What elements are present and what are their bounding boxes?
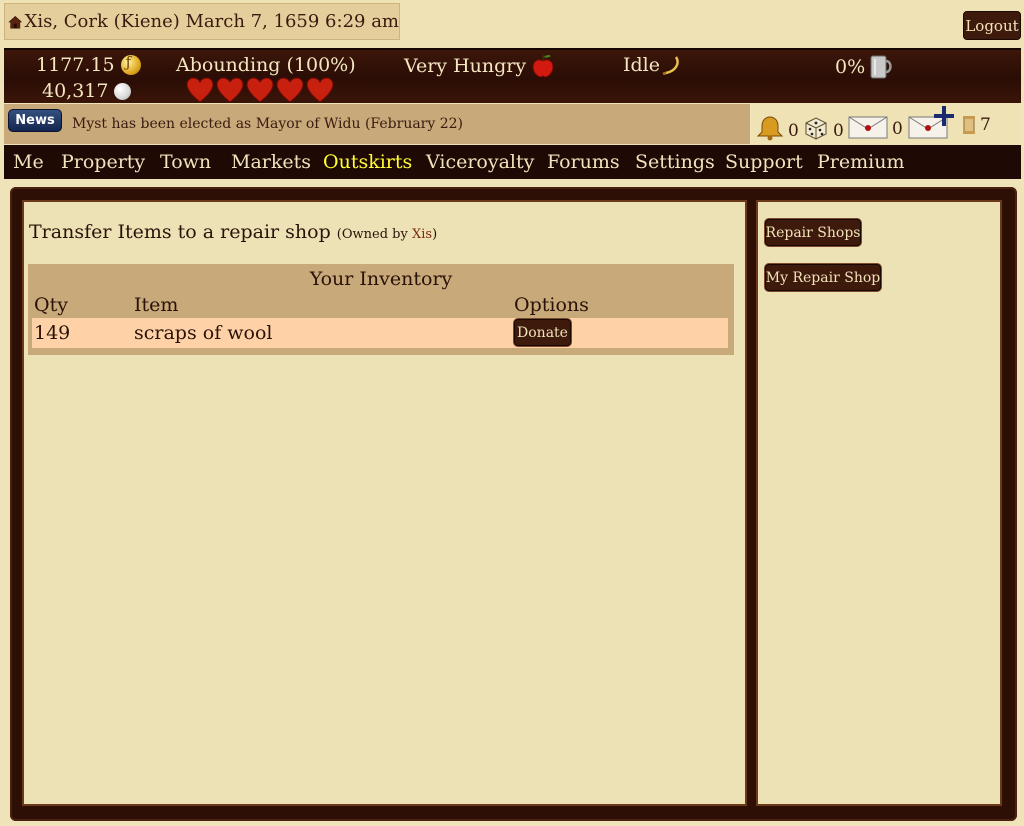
health-text: Abounding (100%) — [176, 54, 356, 76]
drink-text: 0% — [835, 56, 866, 78]
drink-status[interactable]: 0% — [835, 54, 893, 80]
gold-amount: 1177.15 — [36, 54, 115, 76]
page-title: Transfer Items to a repair shop (Owned b… — [29, 221, 437, 243]
nav-markets[interactable]: Markets — [231, 151, 311, 173]
activity-text: Idle — [623, 54, 660, 76]
nav-me[interactable]: Me — [13, 151, 44, 173]
heart-icon — [276, 77, 304, 103]
top-header: Xis, Cork (Kiene) March 7, 1659 6:29 am … — [0, 0, 1024, 48]
row-item: scraps of wool — [134, 322, 273, 344]
datetime-text: March 7, 1659 6:29 am — [185, 11, 399, 32]
gold-balance: 1177.15 — [36, 53, 141, 76]
nav-support[interactable]: Support — [725, 151, 803, 173]
table-row: 149 scraps of wool Donate — [32, 318, 728, 348]
activity-status[interactable]: Idle — [623, 54, 682, 76]
dice-count: 0 — [833, 121, 844, 141]
heart-icon — [246, 77, 274, 103]
inventory-table: Your Inventory Qty Item Options 149 scra… — [28, 264, 734, 355]
nav-outskirts[interactable]: Outskirts — [323, 151, 412, 173]
bell-count: 0 — [788, 121, 799, 141]
bell-icon — [756, 116, 784, 141]
scroll-icon — [963, 116, 975, 134]
nav-forums[interactable]: Forums — [547, 151, 620, 173]
logout-button[interactable]: Logout — [963, 11, 1021, 40]
news-bar: News Myst has been elected as Mayor of W… — [4, 104, 750, 144]
nav-property[interactable]: Property — [61, 151, 145, 173]
location-bar: Xis, Cork (Kiene) March 7, 1659 6:29 am — [4, 3, 400, 40]
status-bar: 1177.15 40,317 Abounding (100%) Very Hun… — [4, 48, 1021, 103]
nav-settings[interactable]: Settings — [635, 151, 715, 173]
new-mail-icon — [908, 106, 954, 139]
silver-balance: 40,317 — [42, 80, 132, 102]
owned-prefix: (Owned by — [336, 227, 408, 242]
notifications-bar: 0 0 0 0 7 — [752, 104, 1020, 144]
hunger-status[interactable]: Very Hungry — [404, 54, 554, 78]
heart-icon — [306, 77, 334, 103]
main-nav: Me Property Town Markets Outskirts Vicer… — [4, 145, 1021, 179]
hunger-text: Very Hungry — [404, 55, 527, 77]
health-status[interactable]: Abounding (100%) — [176, 54, 356, 76]
scroll-count: 7 — [980, 115, 991, 135]
nav-premium[interactable]: Premium — [817, 151, 904, 173]
apple-icon — [532, 54, 554, 78]
news-headline: Myst has been elected as Mayor of Widu (… — [72, 116, 464, 132]
news-button[interactable]: News — [8, 109, 62, 132]
donate-button[interactable]: Donate — [514, 319, 571, 346]
mail-notification[interactable]: 0 — [848, 115, 903, 139]
tankard-icon — [870, 55, 892, 79]
heart-icon — [216, 77, 244, 103]
nav-viceroyalty[interactable]: Viceroyalty — [426, 151, 534, 173]
sickle-icon — [662, 56, 679, 75]
page-title-text: Transfer Items to a repair shop — [29, 221, 331, 243]
heart-icon — [186, 77, 214, 103]
column-header-options: Options — [514, 294, 589, 316]
location-text[interactable]: Xis, Cork (Kiene) — [25, 11, 180, 32]
compose-mail-notification[interactable]: 0 — [908, 105, 956, 139]
home-icon[interactable] — [8, 8, 23, 36]
silver-amount: 40,317 — [42, 80, 109, 102]
column-header-item: Item — [134, 294, 179, 316]
inventory-heading: Your Inventory — [309, 268, 453, 290]
gold-coin-icon — [120, 53, 141, 75]
owner-link[interactable]: Xis — [412, 227, 432, 242]
mail-count: 0 — [892, 119, 903, 139]
envelope-icon — [848, 116, 888, 139]
row-qty: 149 — [34, 322, 71, 344]
column-header-qty: Qty — [34, 294, 68, 316]
games-notification[interactable]: 0 — [803, 115, 844, 141]
my-repair-shop-button[interactable]: My Repair Shop — [765, 264, 881, 291]
silver-coin-icon — [114, 82, 132, 100]
health-hearts — [186, 77, 334, 103]
ownership-note: (Owned by Xis) — [337, 227, 437, 242]
events-notification[interactable]: 0 — [756, 115, 799, 141]
dice-icon — [805, 117, 827, 140]
owned-suffix: ) — [432, 227, 438, 242]
repair-shops-button[interactable]: Repair Shops — [765, 219, 861, 246]
nav-town[interactable]: Town — [160, 151, 211, 173]
scrolls-notification[interactable]: 7 — [962, 115, 991, 135]
